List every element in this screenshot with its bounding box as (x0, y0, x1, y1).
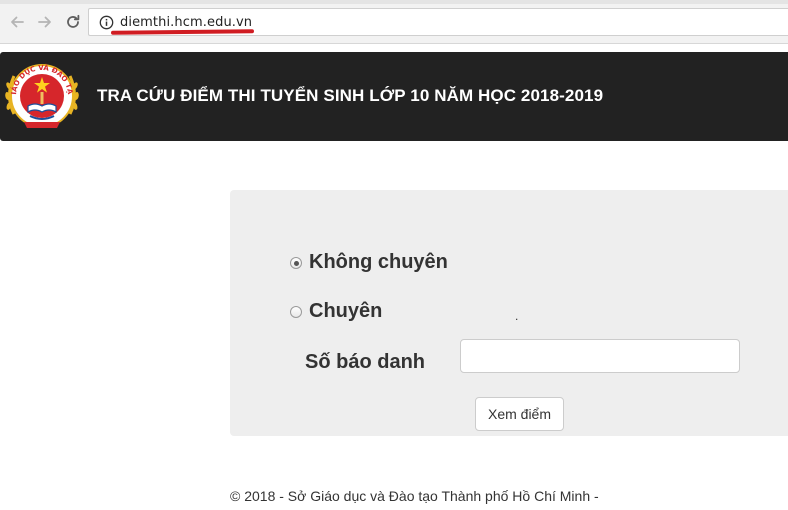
back-arrow-icon (11, 16, 24, 28)
radio-label-chuyen[interactable]: Chuyên (309, 300, 382, 323)
view-score-button[interactable]: Xem điểm (475, 397, 564, 431)
back-button[interactable] (7, 12, 27, 32)
candidate-number-label: Số báo danh (305, 351, 425, 373)
stray-dot: . (515, 309, 519, 323)
forward-arrow-icon (38, 16, 51, 28)
reload-button[interactable] (63, 12, 83, 32)
education-department-logo: GIÁO DỤC VÀ ĐÀO TẠO (2, 56, 79, 128)
radio-label-khong-chuyen[interactable]: Không chuyên (309, 251, 448, 274)
reload-icon (67, 14, 80, 28)
footer-copyright: © 2018 - Sở Giáo dục và Đào tạo Thành ph… (230, 488, 599, 504)
browser-toolbar: diemthi.hcm.edu.vn (0, 0, 788, 44)
radio-khong-chuyen[interactable] (290, 257, 302, 269)
page-title: TRA CỨU ĐIỂM THI TUYỂN SINH LỚP 10 NĂM H… (97, 86, 604, 105)
url-text[interactable]: diemthi.hcm.edu.vn (120, 15, 252, 30)
tab-strip (0, 0, 788, 4)
candidate-number-input[interactable] (460, 339, 740, 373)
info-icon[interactable] (99, 15, 114, 30)
radio-chuyen[interactable] (290, 306, 302, 318)
forward-button[interactable] (35, 12, 55, 32)
